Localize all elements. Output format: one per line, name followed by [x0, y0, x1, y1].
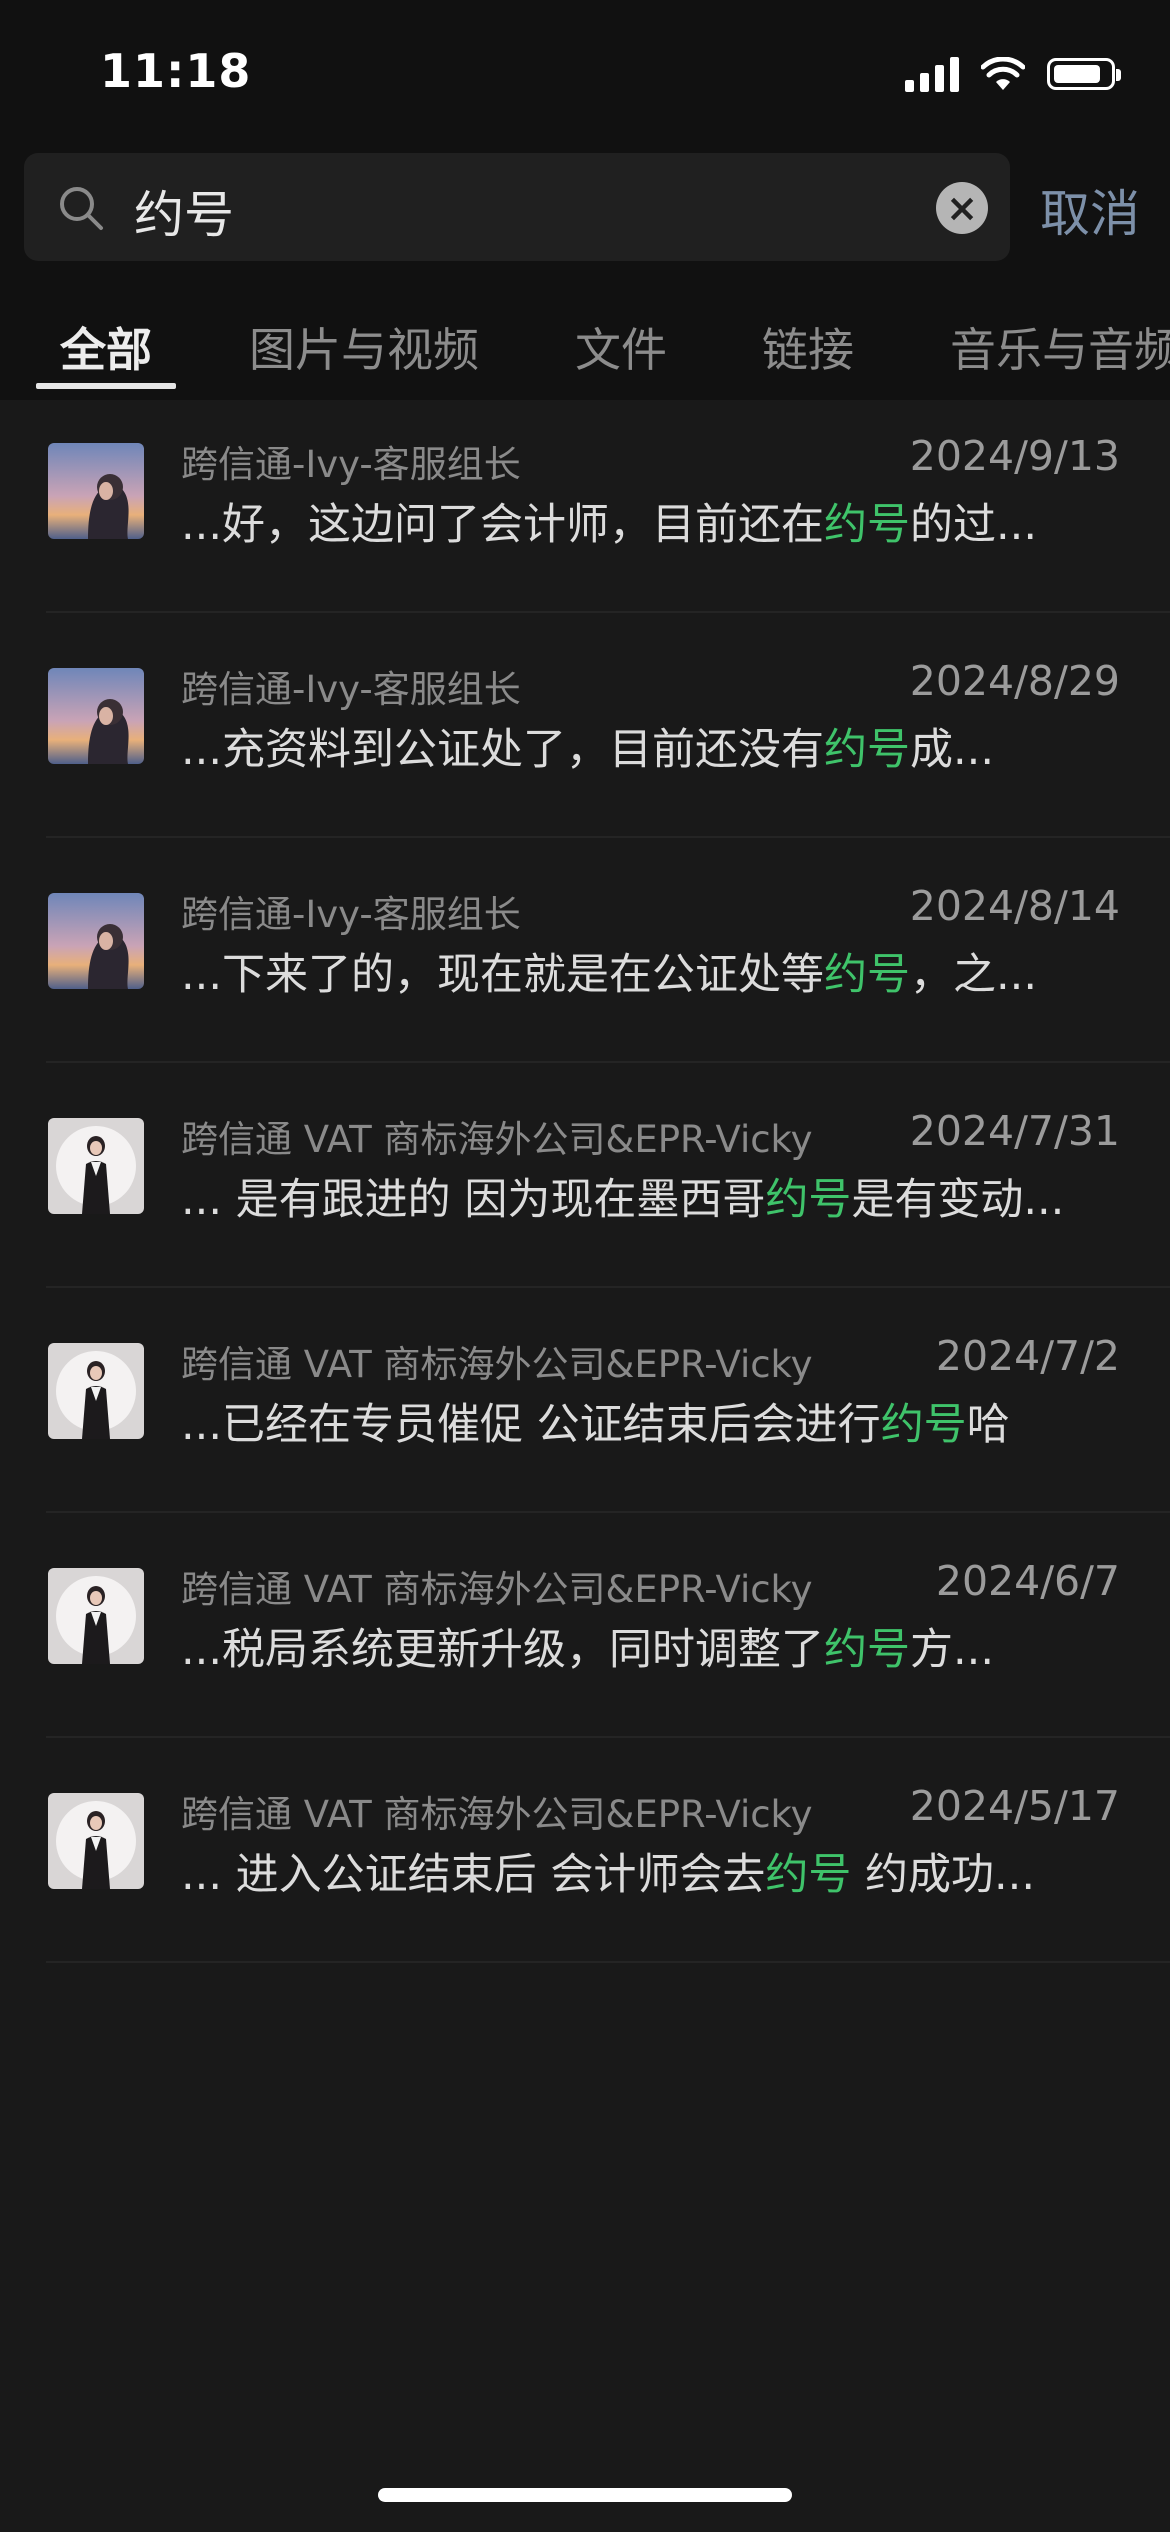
- result-item[interactable]: 跨信通 VAT 商标海外公司&EPR-Vicky 2024/6/7 ...税局系…: [0, 1513, 1170, 1738]
- message-date: 2024/6/7: [935, 1557, 1120, 1605]
- snippet-text: 的过...: [910, 500, 1038, 550]
- status-icons: [905, 52, 1121, 96]
- keyword-highlight: 约号: [824, 950, 911, 1000]
- message-snippet: ... 进入公证结束后 会计师会去约号 约成功...: [181, 1840, 1035, 1902]
- snippet-text: ...下来了的，现在就是在公证处等: [181, 950, 825, 1000]
- keyword-highlight: 约号: [824, 500, 911, 550]
- status-bar: 11:18: [0, 0, 1170, 150]
- message-date: 2024/8/14: [909, 882, 1120, 930]
- battery-level: [1054, 65, 1100, 83]
- search-results-list: 跨信通-Ivy-客服组长 2024/9/13 ...好，这边问了会计师，目前还在…: [0, 388, 1170, 1963]
- search-header: 约号 × 取消 全部 图片与视频 文件 链接 音乐与音频: [0, 150, 1170, 400]
- snippet-text: ...税局系统更新升级，同时调整了: [181, 1625, 825, 1675]
- wifi-icon: [981, 57, 1025, 90]
- message-date: 2024/7/2: [935, 1332, 1120, 1380]
- avatar: [48, 1793, 144, 1889]
- contact-name: 跨信通-Ivy-客服组长: [181, 668, 521, 711]
- keyword-highlight: 约号: [765, 1175, 852, 1225]
- snippet-text: ...好，这边问了会计师，目前还在: [181, 500, 825, 550]
- search-query[interactable]: 约号: [134, 175, 234, 247]
- contact-name: 跨信通-Ivy-客服组长: [181, 443, 521, 486]
- message-date: 2024/8/29: [909, 657, 1120, 705]
- message-date: 2024/7/31: [909, 1107, 1120, 1155]
- snippet-text: 是有变动...: [851, 1175, 1065, 1225]
- tab-music-audio[interactable]: 音乐与音频: [950, 314, 1170, 380]
- result-item[interactable]: 跨信通-Ivy-客服组长 2024/8/14 ...下来了的，现在就是在公证处等…: [0, 838, 1170, 1063]
- snippet-text: 哈: [966, 1400, 1010, 1450]
- keyword-highlight: 约号: [824, 1625, 911, 1675]
- result-item[interactable]: 跨信通 VAT 商标海外公司&EPR-Vicky 2024/7/31 ... 是…: [0, 1063, 1170, 1288]
- result-item[interactable]: 跨信通-Ivy-客服组长 2024/8/29 ...充资料到公证处了，目前还没有…: [0, 613, 1170, 838]
- avatar: [48, 443, 144, 539]
- tab-all[interactable]: 全部: [60, 314, 152, 380]
- battery-icon: [1047, 58, 1121, 90]
- keyword-highlight: 约号: [765, 1850, 852, 1900]
- snippet-text: ...充资料到公证处了，目前还没有: [181, 725, 825, 775]
- search-icon: [60, 187, 103, 230]
- message-date: 2024/5/17: [909, 1782, 1120, 1830]
- snippet-text: 方...: [910, 1625, 995, 1675]
- clear-search-icon[interactable]: ×: [936, 182, 988, 234]
- keyword-highlight: 约号: [880, 1400, 967, 1450]
- contact-name: 跨信通 VAT 商标海外公司&EPR-Vicky: [181, 1118, 813, 1161]
- message-snippet: ...税局系统更新升级，同时调整了约号方...: [181, 1615, 994, 1677]
- cancel-button[interactable]: 取消: [1040, 174, 1140, 246]
- contact-name: 跨信通 VAT 商标海外公司&EPR-Vicky: [181, 1793, 813, 1836]
- message-date: 2024/9/13: [909, 432, 1120, 480]
- snippet-text: 约成功...: [851, 1850, 1036, 1900]
- snippet-text: ... 是有跟进的 因为现在墨西哥: [181, 1175, 766, 1225]
- avatar: [48, 668, 144, 764]
- message-snippet: ...下来了的，现在就是在公证处等约号，之...: [181, 940, 1037, 1002]
- search-input[interactable]: 约号 ×: [24, 153, 1010, 261]
- result-item[interactable]: 跨信通-Ivy-客服组长 2024/9/13 ...好，这边问了会计师，目前还在…: [0, 388, 1170, 613]
- home-indicator[interactable]: [378, 2488, 792, 2502]
- result-item[interactable]: 跨信通 VAT 商标海外公司&EPR-Vicky 2024/5/17 ... 进…: [0, 1738, 1170, 1963]
- message-snippet: ...充资料到公证处了，目前还没有约号成...: [181, 715, 994, 777]
- tab-links[interactable]: 链接: [762, 314, 854, 380]
- tab-images-videos[interactable]: 图片与视频: [249, 314, 479, 380]
- avatar: [48, 1568, 144, 1664]
- cellular-signal-icon: [905, 56, 959, 92]
- message-snippet: ...已经在专员催促 公证结束后会进行约号哈: [181, 1390, 1010, 1452]
- result-item[interactable]: 跨信通 VAT 商标海外公司&EPR-Vicky 2024/7/2 ...已经在…: [0, 1288, 1170, 1513]
- snippet-text: 成...: [910, 725, 995, 775]
- message-snippet: ...好，这边问了会计师，目前还在约号的过...: [181, 490, 1037, 552]
- snippet-text: ... 进入公证结束后 会计师会去: [181, 1850, 766, 1900]
- contact-name: 跨信通-Ivy-客服组长: [181, 893, 521, 936]
- snippet-text: ，之...: [910, 950, 1038, 1000]
- contact-name: 跨信通 VAT 商标海外公司&EPR-Vicky: [181, 1343, 813, 1386]
- avatar: [48, 893, 144, 989]
- avatar: [48, 1118, 144, 1214]
- keyword-highlight: 约号: [824, 725, 911, 775]
- message-snippet: ... 是有跟进的 因为现在墨西哥约号是有变动...: [181, 1165, 1064, 1227]
- tab-files[interactable]: 文件: [575, 314, 667, 380]
- status-time: 11:18: [100, 44, 252, 98]
- avatar: [48, 1343, 144, 1439]
- snippet-text: ...已经在专员催促 公证结束后会进行: [181, 1400, 881, 1450]
- contact-name: 跨信通 VAT 商标海外公司&EPR-Vicky: [181, 1568, 813, 1611]
